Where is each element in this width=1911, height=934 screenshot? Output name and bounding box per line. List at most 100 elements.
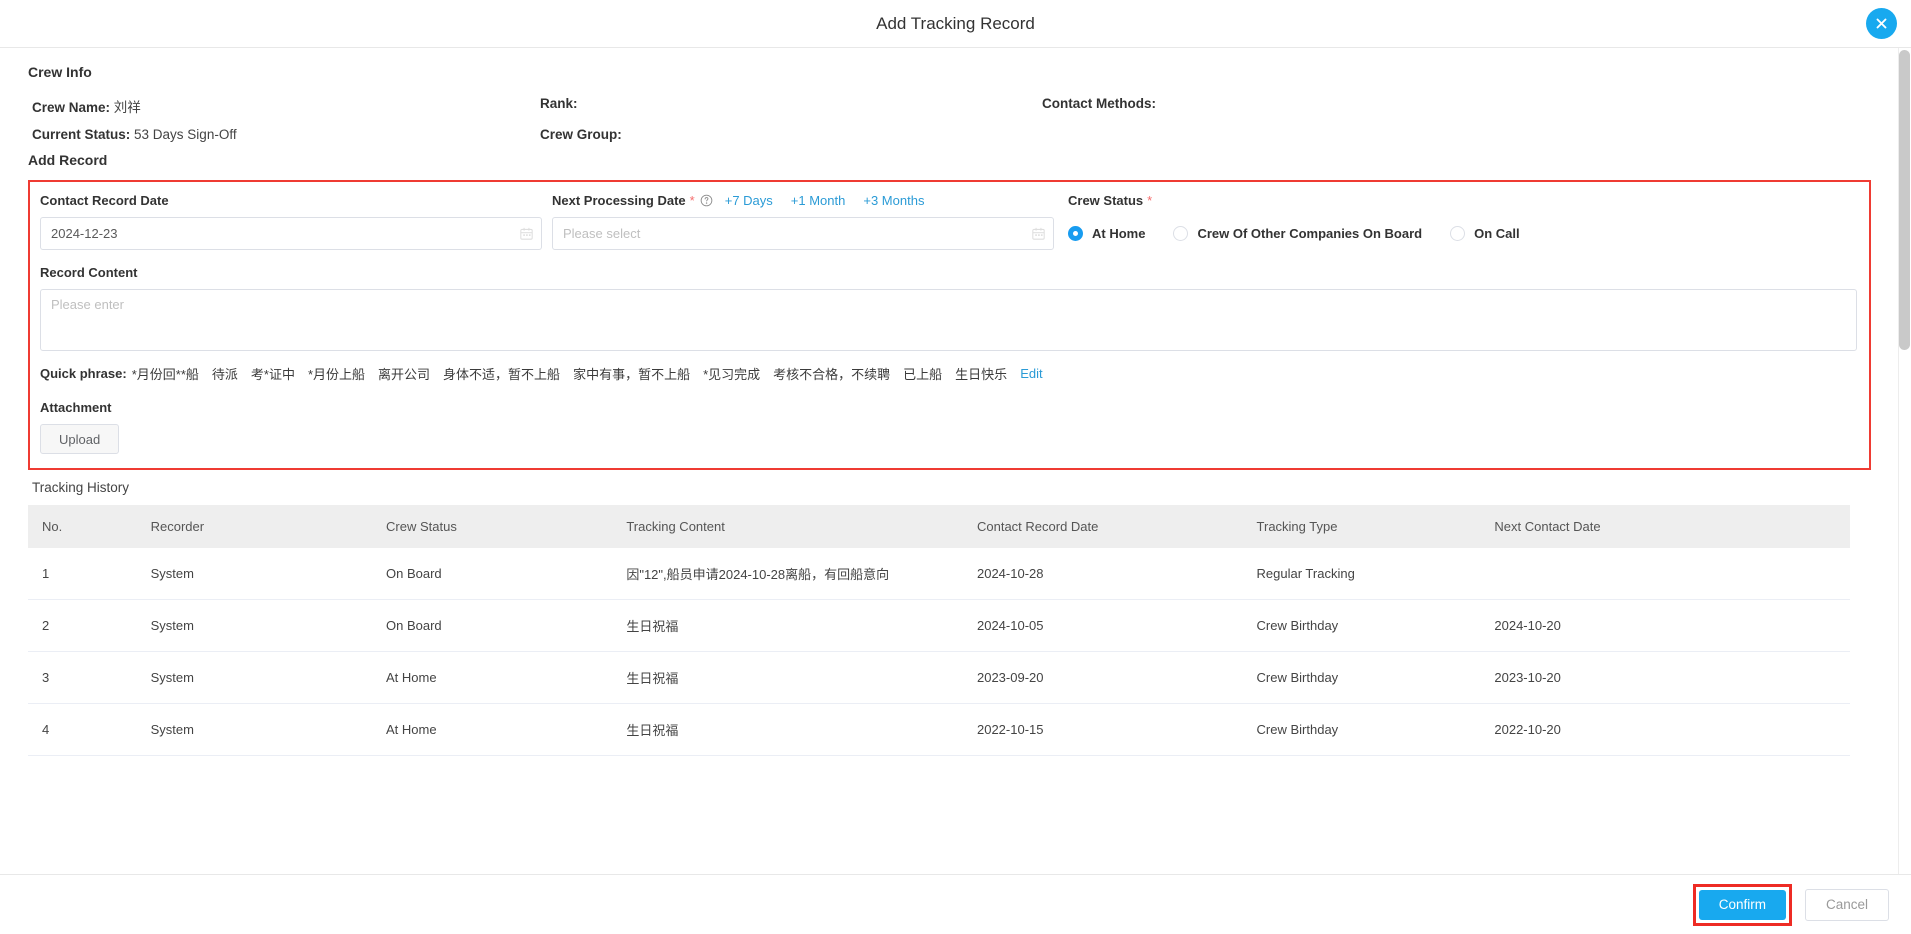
contact-record-date-label: Contact Record Date (40, 193, 169, 208)
crew-info-grid: Crew Name: 刘祥 Rank: Contact Methods: Cur… (28, 96, 1871, 142)
quick-phrase-item[interactable]: *月份回**船 (132, 364, 199, 383)
current-status-value: 53 Days Sign-Off (134, 127, 237, 142)
add-tracking-record-dialog: Add Tracking Record Crew Info Crew Name:… (0, 0, 1911, 934)
quick-phrase-item[interactable]: 考核不合格，不续聘 (773, 364, 890, 383)
cell-tracking-type: Regular Tracking (1256, 548, 1495, 600)
cell-next-contact-date (1494, 548, 1850, 600)
quick-link-7-days[interactable]: +7 Days (725, 193, 773, 208)
dialog-content: Crew Info Crew Name: 刘祥 Rank: Contact Me… (0, 48, 1911, 756)
cell-contact-record-date: 2024-10-28 (976, 548, 1257, 600)
next-processing-quick-links: +7 Days +1 Month +3 Months (725, 193, 925, 208)
dialog-footer: Confirm Cancel (0, 874, 1911, 934)
column-header-tracking-type: Tracking Type (1256, 505, 1495, 548)
attachment-label: Attachment (40, 400, 112, 415)
scrollbar-thumb[interactable] (1899, 50, 1910, 350)
cell-recorder: System (150, 651, 387, 704)
cell-next-contact-date: 2024-10-20 (1494, 599, 1850, 652)
cell-no: 3 (28, 651, 151, 704)
crew-status-label: Crew Status (1068, 193, 1144, 208)
record-content-textarea[interactable]: Please enter (40, 289, 1857, 351)
cell-tracking-content: 生日祝福 (626, 651, 977, 704)
crew-name-label: Crew Name: (32, 100, 111, 115)
required-asterisk: * (689, 193, 695, 208)
attachment-label-row: Attachment (40, 399, 1857, 416)
help-circle-icon[interactable] (700, 194, 713, 207)
quick-link-3-months[interactable]: +3 Months (863, 193, 924, 208)
close-icon[interactable] (1866, 8, 1897, 39)
cell-recorder: System (150, 703, 387, 756)
add-record-first-row: Contact Record Date 2024-12-23 Next Proc… (40, 192, 1857, 250)
column-header-tracking-content: Tracking Content (626, 505, 977, 548)
quick-phrase-item[interactable]: *见习完成 (703, 364, 760, 383)
table-row[interactable]: 3 System At Home 生日祝福 2023-09-20 Crew Bi… (28, 651, 1850, 704)
quick-phrase-label: Quick phrase: (40, 366, 127, 381)
radio-crew-of-other-companies-on-board[interactable]: Crew Of Other Companies On Board (1173, 226, 1422, 241)
tracking-history-table: No. Recorder Crew Status Tracking Conten… (28, 505, 1850, 756)
column-header-no: No. (28, 505, 151, 548)
page-title: Add Tracking Record (876, 13, 1035, 33)
column-header-contact-record-date: Contact Record Date (976, 505, 1257, 548)
crew-name-field: Crew Name: 刘祥 (32, 96, 540, 116)
radio-at-home-label: At Home (1092, 226, 1146, 241)
cell-crew-status: At Home (386, 651, 627, 704)
cancel-button[interactable]: Cancel (1804, 888, 1889, 921)
contact-record-date-value: 2024-12-23 (51, 226, 118, 241)
quick-phrase-item[interactable]: 家中有事，暂不上船 (573, 364, 690, 383)
cell-no: 1 (28, 548, 151, 600)
column-header-recorder: Recorder (150, 505, 387, 548)
column-header-crew-status: Crew Status (386, 505, 627, 548)
quick-phrase-item[interactable]: 生日快乐 (955, 364, 1007, 383)
quick-phrase-edit-link[interactable]: Edit (1020, 366, 1042, 381)
cell-recorder: System (150, 599, 387, 652)
next-processing-date-input[interactable]: Please select (552, 217, 1054, 250)
table-header-row: No. Recorder Crew Status Tracking Conten… (28, 505, 1850, 548)
crew-status-group: Crew Status * At Home Crew Of Other Comp… (1068, 192, 1857, 250)
cell-crew-status: On Board (386, 548, 627, 600)
radio-other-companies-label: Crew Of Other Companies On Board (1197, 226, 1423, 241)
upload-button[interactable]: Upload (40, 424, 120, 454)
quick-phrase-item[interactable]: *月份上船 (308, 364, 365, 383)
record-content-label-row: Record Content (40, 264, 1857, 281)
add-record-highlight-box: Contact Record Date 2024-12-23 Next Proc… (28, 180, 1871, 470)
crew-group-label: Crew Group: (540, 127, 622, 142)
dialog-body: Crew Info Crew Name: 刘祥 Rank: Contact Me… (0, 48, 1911, 874)
attachment-group: Attachment Upload (40, 399, 1857, 454)
cell-contact-record-date: 2023-09-20 (976, 651, 1257, 704)
dialog-header: Add Tracking Record (0, 0, 1911, 48)
cell-tracking-type: Crew Birthday (1256, 703, 1495, 756)
quick-phrase-item[interactable]: 身体不适，暂不上船 (443, 364, 560, 383)
quick-phrase-item[interactable]: 离开公司 (378, 364, 430, 383)
quick-phrase-item[interactable]: 已上船 (903, 364, 942, 383)
next-processing-date-placeholder: Please select (563, 226, 641, 241)
rank-label: Rank: (540, 96, 578, 111)
record-content-group: Record Content Please enter (40, 264, 1857, 351)
quick-link-1-month[interactable]: +1 Month (791, 193, 846, 208)
crew-status-radio-group: At Home Crew Of Other Companies On Board… (1068, 217, 1857, 250)
table-row[interactable]: 4 System At Home 生日祝福 2022-10-15 Crew Bi… (28, 703, 1850, 756)
vertical-scrollbar[interactable] (1898, 48, 1911, 874)
rank-field: Rank: (540, 96, 1042, 116)
contact-record-date-input[interactable]: 2024-12-23 (40, 217, 542, 250)
cell-contact-record-date: 2024-10-05 (976, 599, 1257, 652)
crew-name-value: 刘祥 (113, 100, 141, 115)
radio-at-home[interactable]: At Home (1068, 226, 1145, 241)
confirm-button[interactable]: Confirm (1698, 889, 1786, 920)
cell-tracking-type: Crew Birthday (1256, 599, 1495, 652)
quick-phrase-item[interactable]: 考*证中 (251, 364, 295, 383)
table-row[interactable]: 2 System On Board 生日祝福 2024-10-05 Crew B… (28, 599, 1850, 652)
radio-on-call[interactable]: On Call (1450, 226, 1520, 241)
contact-methods-field: Contact Methods: (1042, 96, 1871, 116)
cell-no: 2 (28, 599, 151, 652)
column-header-next-contact-date: Next Contact Date (1494, 505, 1850, 548)
cell-next-contact-date: 2022-10-20 (1494, 703, 1850, 756)
next-processing-date-label: Next Processing Date (552, 193, 686, 208)
table-row[interactable]: 1 System On Board 因"12",船员申请2024-10-28离船… (28, 548, 1850, 600)
crew-info-title: Crew Info (28, 64, 92, 80)
record-content-label: Record Content (40, 265, 138, 280)
cell-crew-status: On Board (386, 599, 627, 652)
contact-methods-label: Contact Methods: (1042, 96, 1156, 111)
current-status-field: Current Status: 53 Days Sign-Off (32, 127, 540, 142)
quick-phrase-item[interactable]: 待派 (212, 364, 238, 383)
tracking-history-label: Tracking History (32, 480, 130, 495)
cell-crew-status: At Home (386, 703, 627, 756)
